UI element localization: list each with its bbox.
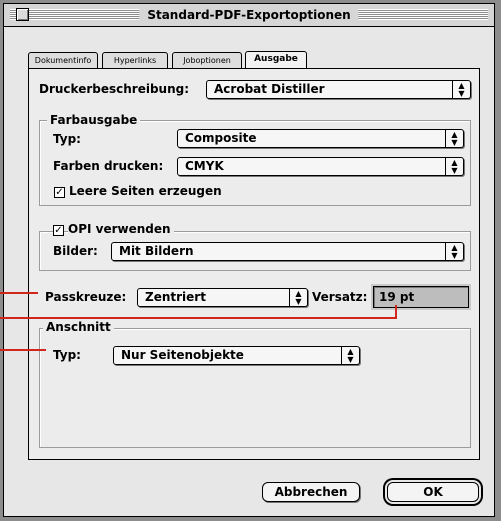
export-options-dialog: Standard-PDF-Exportoptionen Dokumentinfo… [3, 3, 495, 517]
print-colors-popup[interactable]: CMYK ▲ ▼ [177, 157, 464, 176]
tab-ausgabe[interactable]: Ausgabe [245, 51, 307, 69]
opi-label: OPI verwenden [68, 222, 174, 236]
color-output-group-label: Farbausgabe [47, 113, 141, 127]
bleed-group-label: Anschnitt [43, 320, 114, 334]
printer-description-value: Acrobat Distiller [214, 82, 325, 96]
registration-marks-value: Zentriert [145, 290, 206, 304]
opi-checkbox[interactable]: ✓ [53, 225, 64, 236]
callout-line-offset-vertical [395, 305, 397, 319]
print-colors-label: Farben drucken: [53, 159, 164, 173]
window-title: Standard-PDF-Exportoptionen [139, 6, 359, 24]
callout-line-offset [0, 317, 396, 319]
printer-description-popup[interactable]: Acrobat Distiller ▲ ▼ [206, 80, 471, 99]
offset-label: Versatz: [312, 290, 368, 304]
color-type-label: Typ: [53, 132, 81, 146]
close-box-icon[interactable] [16, 8, 29, 21]
registration-marks-popup[interactable]: Zentriert ▲ ▼ [137, 288, 308, 307]
print-colors-value: CMYK [185, 159, 224, 173]
bleed-type-value: Nur Seitenobjekte [121, 348, 244, 362]
registration-marks-label: Passkreuze: [45, 290, 127, 304]
popup-arrows-icon: ▲ ▼ [445, 243, 463, 260]
bleed-type-label: Typ: [53, 348, 81, 362]
tab-hyperlinks[interactable]: Hyperlinks [102, 52, 168, 68]
popup-arrows-icon: ▲ ▼ [445, 130, 463, 147]
title-bar[interactable]: Standard-PDF-Exportoptionen [4, 4, 494, 27]
blank-pages-checkbox[interactable]: ✓ [54, 187, 65, 198]
popup-arrows-icon: ▲ ▼ [452, 81, 470, 98]
callout-line-bleed-type [0, 349, 46, 351]
opi-images-label: Bilder: [53, 244, 98, 258]
popup-arrows-icon: ▲ ▼ [289, 289, 307, 306]
tab-dokumentinfo[interactable]: Dokumentinfo [28, 52, 98, 68]
color-type-value: Composite [185, 131, 257, 145]
opi-images-popup[interactable]: Mit Bildern ▲ ▼ [111, 242, 464, 261]
blank-pages-label: Leere Seiten erzeugen [69, 184, 222, 198]
opi-images-value: Mit Bildern [119, 244, 194, 258]
tab-joboptionen[interactable]: Joboptionen [172, 52, 242, 68]
cancel-button[interactable]: Abbrechen [262, 482, 360, 502]
callout-line-registration [0, 292, 38, 294]
ausgabe-panel: Druckerbeschreibung: Acrobat Distiller ▲… [28, 68, 480, 460]
printer-description-label: Druckerbeschreibung: [39, 82, 190, 96]
color-type-popup[interactable]: Composite ▲ ▼ [177, 129, 464, 148]
ok-button[interactable]: OK [387, 482, 479, 502]
popup-arrows-icon: ▲ ▼ [445, 158, 463, 175]
popup-arrows-icon: ▲ ▼ [341, 347, 359, 364]
bleed-type-popup[interactable]: Nur Seitenobjekte ▲ ▼ [113, 346, 360, 365]
offset-input[interactable]: 19 pt [373, 286, 469, 308]
